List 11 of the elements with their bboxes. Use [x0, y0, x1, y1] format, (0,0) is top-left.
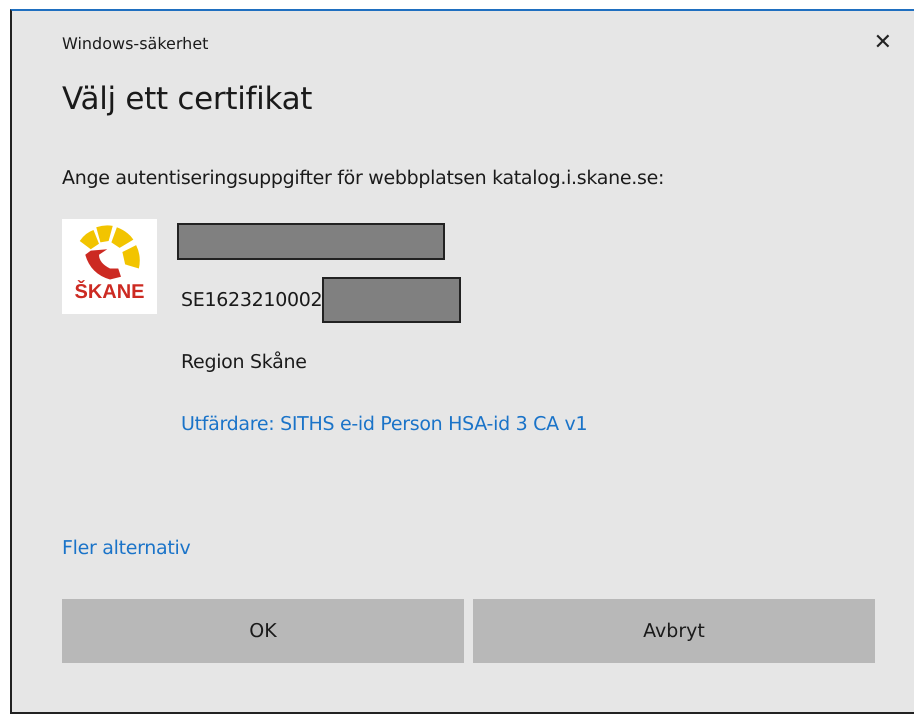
logo-text: ŠKANE [74, 281, 144, 303]
dialog-heading: Välj ett certifikat [62, 81, 314, 117]
close-button[interactable]: ✕ [868, 26, 898, 58]
certificate-detail: Region Skåne [181, 351, 307, 373]
more-options-link[interactable]: Fler alternativ [62, 537, 190, 559]
certificate-detail: SE1623210002 [181, 289, 322, 311]
window-title: Windows-säkerhet [62, 32, 208, 52]
cancel-button[interactable]: Avbryt [473, 599, 875, 663]
prompt-text: Ange autentiseringsuppgifter för webbplatsen katalog.i.skane.se: [62, 167, 666, 189]
ok-button[interactable]: OK [62, 599, 464, 663]
issuer-link[interactable]: Utfärdare: SITHS e-id Person HSA-id 3 CA v1 [181, 413, 588, 435]
